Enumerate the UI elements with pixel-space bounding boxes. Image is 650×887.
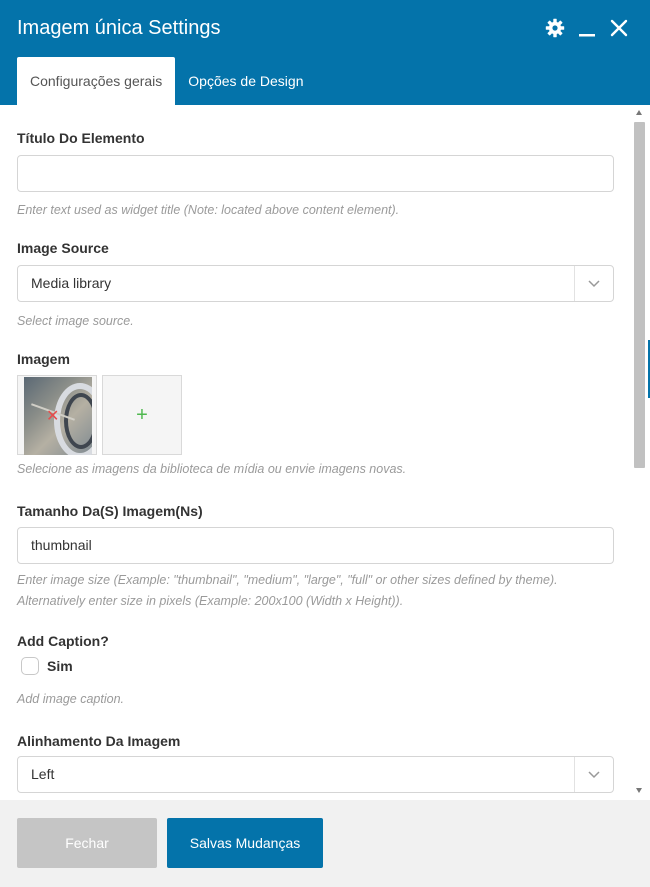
image-size-group: Tamanho Da(S) Imagem(Ns) thumbnail Enter… xyxy=(17,502,614,612)
scroll-down-arrow-icon[interactable] xyxy=(636,788,642,793)
close-button[interactable]: Fechar xyxy=(17,818,157,868)
title-help: Enter text used as widget title (Note: l… xyxy=(17,203,400,217)
minimize-icon[interactable] xyxy=(576,14,598,42)
dialog-footer: Fechar Salvas Mudanças xyxy=(0,800,650,887)
image-label: Imagem xyxy=(17,351,70,367)
image-source-label: Image Source xyxy=(17,240,109,256)
image-size-help: Enter image size (Example: "thumbnail", … xyxy=(17,573,558,608)
image-group: Imagem ✕ + Selecione as imagens da bibli… xyxy=(17,350,614,480)
alignment-value: Left xyxy=(31,766,55,782)
image-thumbnail[interactable]: ✕ xyxy=(17,375,97,455)
gear-icon[interactable] xyxy=(544,14,566,42)
tab-general-settings[interactable]: Configurações gerais xyxy=(17,57,176,105)
alignment-select[interactable]: Left xyxy=(17,756,614,793)
image-size-input[interactable]: thumbnail xyxy=(17,527,614,564)
title-label: Título Do Elemento xyxy=(17,130,145,146)
image-source-help: Select image source. xyxy=(17,314,134,328)
alignment-group: Alinhamento Da Imagem Left xyxy=(17,732,614,793)
settings-content: Título Do Elemento Enter text used as wi… xyxy=(0,105,650,800)
scroll-up-arrow-icon[interactable] xyxy=(636,110,642,115)
remove-image-icon[interactable]: ✕ xyxy=(46,406,59,426)
tab-bar: Configurações gerais Opções de Design xyxy=(17,57,316,105)
caption-checkbox-row[interactable]: Sim xyxy=(21,657,614,675)
image-source-group: Image Source Media library Select image … xyxy=(17,239,614,332)
image-size-label: Tamanho Da(S) Imagem(Ns) xyxy=(17,503,203,519)
chevron-down-icon[interactable] xyxy=(574,266,613,301)
vertical-scrollbar[interactable] xyxy=(632,110,646,798)
image-source-value: Media library xyxy=(31,275,112,291)
image-thumbnails: ✕ + xyxy=(17,375,614,455)
plus-icon: + xyxy=(136,403,148,426)
scrollbar-thumb[interactable] xyxy=(634,122,645,468)
close-icon[interactable] xyxy=(608,14,630,42)
save-changes-button[interactable]: Salvas Mudanças xyxy=(167,818,323,868)
caption-group: Add Caption? Sim Add image caption. xyxy=(17,632,614,710)
add-image-button[interactable]: + xyxy=(102,375,182,455)
image-help: Selecione as imagens da biblioteca de mí… xyxy=(17,462,407,476)
title-field-group: Título Do Elemento Enter text used as wi… xyxy=(17,129,614,221)
tab-design-options[interactable]: Opções de Design xyxy=(175,57,316,105)
dialog-header: Imagem única Settings Configurações gera… xyxy=(0,0,650,105)
caption-label: Add Caption? xyxy=(17,633,109,649)
dialog-title: Imagem única Settings xyxy=(17,17,221,39)
caption-help: Add image caption. xyxy=(17,692,125,706)
alignment-label: Alinhamento Da Imagem xyxy=(17,733,181,749)
header-controls xyxy=(544,14,630,42)
image-source-select[interactable]: Media library xyxy=(17,265,614,302)
caption-checkbox-label[interactable]: Sim xyxy=(47,658,73,674)
title-input[interactable] xyxy=(17,155,614,192)
chevron-down-icon[interactable] xyxy=(574,757,613,792)
caption-checkbox[interactable] xyxy=(21,657,39,675)
